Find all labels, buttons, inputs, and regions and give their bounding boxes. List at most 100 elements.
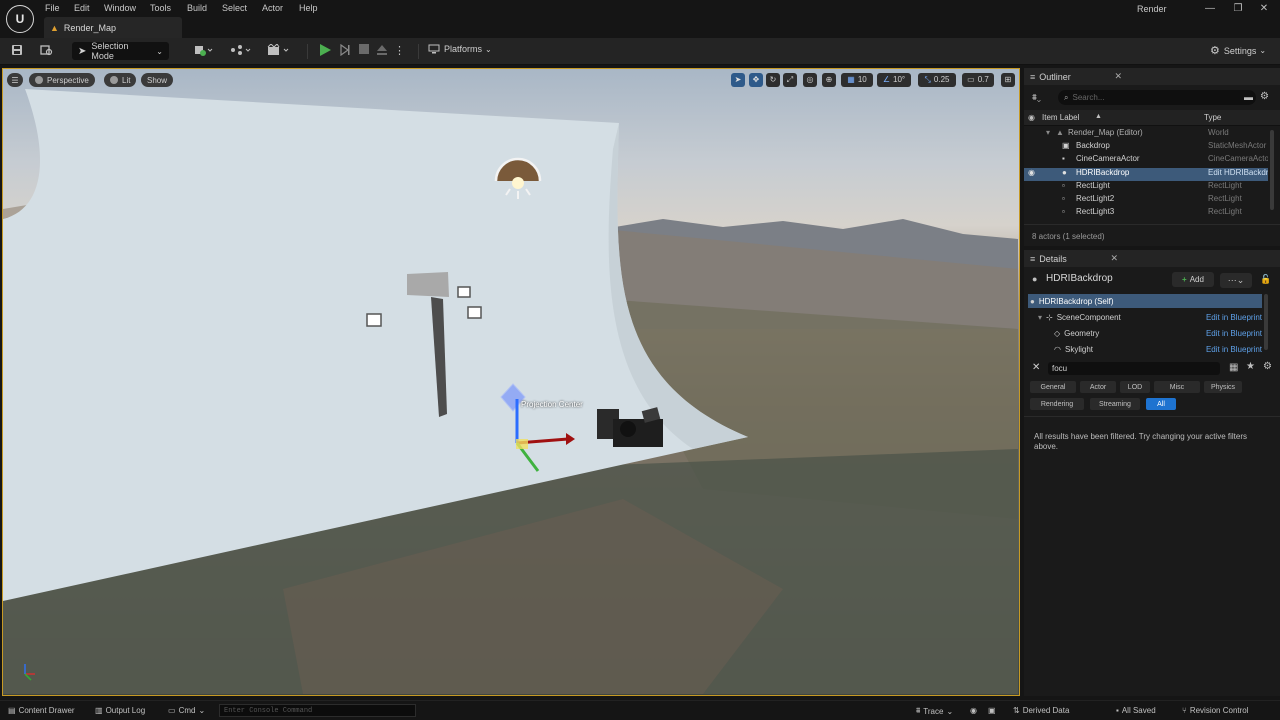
add-folder-icon[interactable]: ▬ [1244,92,1253,102]
output-log-button[interactable]: ▥ Output Log [95,706,145,715]
add-actor-icon[interactable] [193,44,215,58]
save-icon[interactable] [9,44,25,58]
column-item-label[interactable]: Item Label [1042,113,1079,122]
outliner-row-cinecamera[interactable]: ▪ CineCameraActor CineCameraActor [1024,154,1268,167]
revision-control-button[interactable]: ⑂ Revision Control [1182,706,1249,715]
star-icon[interactable]: ★ [1246,361,1255,372]
cinematics-icon[interactable] [267,43,291,58]
gear-icon[interactable]: ⚙ [1263,361,1272,372]
filter-general[interactable]: General [1030,381,1076,393]
close-icon[interactable]: ✕ [1114,71,1122,82]
close-icon[interactable]: ✕ [1110,253,1118,264]
menu-select[interactable]: Select [222,3,247,13]
filter-lod[interactable]: LOD [1120,381,1150,393]
settings-dropdown[interactable]: ⚙ Settings ⌄ [1210,44,1266,57]
table-view-icon[interactable]: ▦ [1229,362,1238,373]
grid-snap-button[interactable]: ▦ 10 [841,73,873,87]
menu-build[interactable]: Build [187,3,207,13]
minimize-icon[interactable]: — [1203,3,1217,14]
component-geometry[interactable]: ◇ Geometry Edit in Blueprint [1028,326,1262,340]
menu-file[interactable]: File [45,3,60,13]
scale-snap-button[interactable]: ⤡ 0.25 [918,73,956,87]
rotate-tool-icon[interactable]: ↻ [766,73,780,87]
details-tab[interactable]: ≡ Details ✕ [1024,250,1280,267]
stop-icon[interactable] [356,44,372,58]
component-scene[interactable]: ▾ ⊹ SceneComponent Edit in Blueprint [1028,310,1262,324]
content-browser-icon[interactable] [38,44,54,58]
tab-level[interactable]: ▲ Render_Map [44,17,182,38]
details-search-input[interactable]: focu [1048,362,1220,375]
filter-actor[interactable]: Actor [1080,381,1116,393]
gear-icon[interactable]: ⚙ [1260,91,1269,102]
row-type-link[interactable]: Edit HDRIBackdrop [1208,168,1268,177]
toolbar-separator [418,44,419,59]
menu-actor[interactable]: Actor [262,3,283,13]
menu-tools[interactable]: Tools [150,3,171,13]
outliner-search-input[interactable]: ⌕ Search... ⌄ [1058,90,1256,105]
level-viewport[interactable]: Projection Center ☰ Perspective Lit Show… [2,68,1020,696]
outliner-row-rectlight3[interactable]: ▫ RectLight3 RectLight [1024,207,1268,220]
actor-name[interactable]: HDRIBackdrop [1046,273,1113,284]
menu-window[interactable]: Window [104,3,136,13]
eject-icon[interactable] [374,44,390,58]
outliner-scrollbar[interactable] [1270,130,1274,210]
viewport-menu-icon[interactable]: ☰ [7,73,23,87]
more-options-icon[interactable]: ⋮ [394,44,405,58]
lock-icon[interactable]: 🔓 [1260,274,1271,285]
components-scrollbar[interactable] [1264,294,1268,350]
actor-icon: ● [1030,296,1035,306]
column-type[interactable]: Type [1204,113,1221,122]
edit-in-blueprint-link[interactable]: Edit in Blueprint [1206,329,1262,338]
world-space-icon[interactable]: ◎ [803,73,817,87]
play-icon[interactable] [318,43,332,57]
filter-physics[interactable]: Physics [1204,381,1242,393]
cmd-dropdown[interactable]: ▭ Cmd ⌄ [168,706,205,715]
rotation-snap-button[interactable]: ∠ 10° [877,73,911,87]
perspective-button[interactable]: Perspective [29,73,95,87]
clear-search-icon[interactable]: ✕ [1032,362,1040,373]
trace-dropdown[interactable]: ⩩ Trace ⌄ [916,706,953,716]
all-saved-button[interactable]: ▪ All Saved [1116,706,1156,715]
camera-speed-button[interactable]: ▭ 0.7 [962,73,994,87]
derived-data-button[interactable]: ⇅ Derived Data [1013,706,1069,715]
component-self[interactable]: ● HDRIBackdrop (Self) [1028,294,1262,308]
edit-in-blueprint-link[interactable]: Edit in Blueprint [1206,345,1262,354]
filter-rendering[interactable]: Rendering [1030,398,1084,410]
snapshot-icon[interactable]: ▣ [988,706,996,715]
outliner-row-hdribackdrop[interactable]: ◉ ● HDRIBackdrop Edit HDRIBackdrop [1024,168,1268,181]
outliner-row-backdrop[interactable]: ▣ Backdrop StaticMeshActor [1024,141,1268,154]
eye-icon: ◉ [1028,113,1035,122]
selection-mode-dropdown[interactable]: ➤ Selection Mode ⌄ [72,41,169,61]
select-tool-icon[interactable]: ➤ [731,73,745,87]
unreal-logo-icon[interactable]: U [6,5,34,33]
filter-icon[interactable]: ⩩⌄ [1032,92,1041,103]
blueprint-options-icon[interactable]: ⋯⌄ [1220,273,1252,288]
scale-tool-icon[interactable]: ⤢ [783,73,797,87]
close-icon[interactable]: ✕ [1257,3,1271,14]
filter-streaming[interactable]: Streaming [1090,398,1140,410]
outliner-tab[interactable]: ≡ Outliner ✕ [1024,68,1280,85]
translate-tool-icon[interactable]: ✥ [749,73,763,87]
content-drawer-button[interactable]: ▤ Content Drawer [8,706,75,715]
console-command-input[interactable]: Enter Console Command [219,704,416,717]
filter-misc[interactable]: Misc [1154,381,1200,393]
eye-icon[interactable]: ◉ [1028,168,1035,177]
edit-in-blueprint-link[interactable]: Edit in Blueprint [1206,313,1262,322]
add-component-button[interactable]: + Add [1172,272,1214,287]
component-skylight[interactable]: ◠ Skylight Edit in Blueprint [1028,342,1262,356]
menu-edit[interactable]: Edit [74,3,90,13]
record-icon[interactable]: ◉ [970,706,977,715]
step-forward-icon[interactable] [337,43,353,58]
show-button[interactable]: Show [141,73,174,87]
lit-button[interactable]: Lit [104,73,137,87]
filter-all[interactable]: All [1146,398,1176,410]
menu-help[interactable]: Help [299,3,318,13]
restore-icon[interactable]: ❐ [1231,3,1245,14]
surface-snap-icon[interactable]: ⊕ [822,73,836,87]
outliner-row-rectlight2[interactable]: ▫ RectLight2 RectLight [1024,194,1268,207]
maximize-viewport-icon[interactable]: ⊞ [1001,73,1015,87]
blueprint-icon[interactable] [230,44,252,58]
platforms-dropdown[interactable]: Platforms ⌄ [428,44,492,54]
outliner-row-world[interactable]: ▾ ▲ Render_Map (Editor) World [1024,128,1268,141]
outliner-row-rectlight[interactable]: ▫ RectLight RectLight [1024,181,1268,194]
